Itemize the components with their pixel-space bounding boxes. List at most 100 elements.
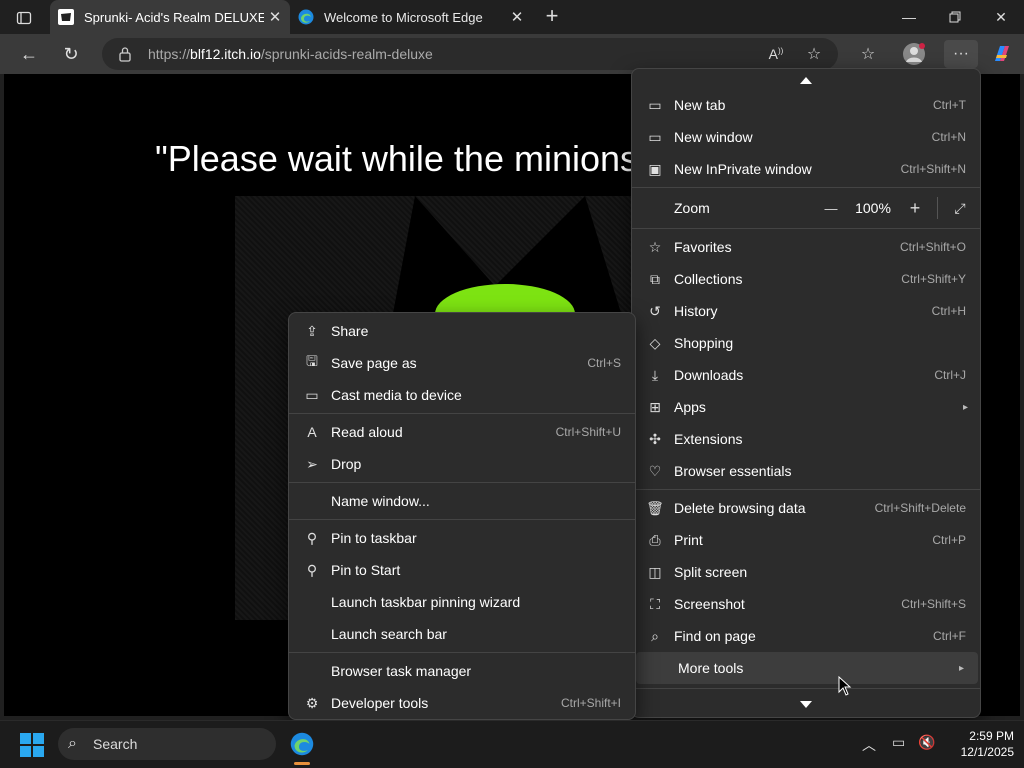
menu-item-downloads[interactable]: ⤓ Downloads Ctrl+J [632,359,980,391]
profile-button[interactable] [900,40,928,68]
close-tab-icon[interactable]: ✕ [264,8,286,26]
menu-item-save-page-as[interactable]: 🖫 Save page as Ctrl+S [289,347,635,379]
taskbar-clock[interactable]: 2:59 PM 12/1/2025 [940,728,1014,760]
more-tools-icon-spacer [650,659,668,677]
zoom-level: 100% [855,200,891,216]
taskbar-edge-button[interactable] [286,728,318,760]
tab-actions-button[interactable] [10,7,38,29]
tab-title: Welcome to Microsoft Edge [324,9,483,25]
menu-item-find-on-page[interactable]: ⌕ Find on page Ctrl+F [632,620,980,652]
menu-item-share[interactable]: ⇪ Share [289,315,635,347]
menu-item-label: Pin to taskbar [331,530,417,546]
menu-item-label: Read aloud [331,424,403,440]
menu-item-new-window[interactable]: ▭ New window Ctrl+N [632,121,980,153]
close-tab-icon[interactable]: ✕ [506,8,528,26]
download-icon: ⤓ [651,366,659,383]
settings-and-more-button[interactable]: ··· [944,40,978,68]
close-icon: ✕ [995,8,1007,25]
new-window-icon: ▭ [648,128,662,145]
zoom-out-button[interactable]: — [817,201,845,216]
url-text[interactable]: https://blf12.itch.io/sprunki-acids-real… [148,46,433,62]
menu-item-launch-search-bar[interactable]: Launch search bar [289,618,635,650]
restore-button[interactable] [932,0,978,34]
menu-item-name-window[interactable]: Name window... [289,485,635,517]
menu-item-taskbar-pinning-wizard[interactable]: Launch taskbar pinning wizard [289,586,635,618]
share-icon: ⇪ [306,322,318,339]
copilot-button[interactable] [988,40,1016,68]
menu-item-cast-media[interactable]: ▭ Cast media to device [289,379,635,411]
menu-item-label: Apps [674,399,706,415]
find-icon: ⌕ [651,627,659,644]
taskbar-search[interactable] [58,728,276,760]
fullscreen-icon[interactable]: ⤢ [946,200,974,217]
more-icon: ··· [953,45,969,62]
read-aloud-button[interactable]: A)) [762,40,790,68]
menu-item-drop[interactable]: ➢ Drop [289,448,635,480]
favorites-button[interactable]: ☆ [854,40,882,68]
menu-item-history[interactable]: ↺ History Ctrl+H [632,295,980,327]
menu-item-browser-task-manager[interactable]: Browser task manager [289,655,635,687]
menu-item-zoom: Zoom — 100% + ⤢ [632,191,980,225]
network-icon[interactable]: ▭ [892,734,905,751]
new-tab-button[interactable]: + [540,5,564,29]
url-host: blf12.itch.io [190,46,261,62]
menu-item-screenshot[interactable]: ⛶ Screenshot Ctrl+Shift+S [632,588,980,620]
menu-item-label: More tools [678,660,744,676]
menu-item-new-tab[interactable]: ▭ New tab Ctrl+T [632,89,980,121]
edge-icon [298,9,314,25]
refresh-icon: ↻ [63,43,79,64]
chevron-up-icon[interactable]: ︿ [862,735,876,755]
menu-item-more-tools[interactable]: More tools ▸ [636,652,978,684]
zoom-icon-spacer [646,199,664,217]
favorites-icon: ☆ [860,46,876,63]
add-favorite-button[interactable]: ☆ [800,40,828,68]
taskbar-search-label: Search [93,736,138,752]
tab-edge-welcome[interactable]: Welcome to Microsoft Edge ✕ [292,0,532,34]
back-button[interactable]: ← [14,40,44,68]
close-window-button[interactable]: ✕ [978,0,1024,34]
menu-divider [289,519,635,520]
scroll-up-icon[interactable] [800,77,812,84]
menu-item-label: Cast media to device [331,387,462,403]
active-app-indicator [294,762,310,765]
menu-item-favorites[interactable]: ☆ Favorites Ctrl+Shift+O [632,231,980,263]
volume-muted-icon[interactable]: 🔇 [918,734,935,751]
menu-item-extensions[interactable]: ✣ Extensions [632,423,980,455]
menu-item-read-aloud[interactable]: A Read aloud Ctrl+Shift+U [289,416,635,448]
tab-title: Sprunki- Acid's Realm DELUXE by [84,9,264,25]
task-manager-icon-spacer [303,662,321,680]
menu-item-new-inprivate-window[interactable]: ▣ New InPrivate window Ctrl+Shift+N [632,153,980,185]
tab-sprunki[interactable]: Sprunki- Acid's Realm DELUXE by ✕ [50,0,290,34]
menu-item-split-screen[interactable]: ◫ Split screen [632,556,980,588]
menu-item-pin-to-start[interactable]: ⚲ Pin to Start [289,554,635,586]
menu-item-label: Find on page [674,628,756,644]
menu-divider [632,688,980,689]
edge-icon [290,732,314,756]
menu-item-shortcut: Ctrl+Shift+U [555,425,621,439]
more-tools-submenu: ⇪ Share 🖫 Save page as Ctrl+S ▭ Cast med… [288,312,636,720]
menu-item-developer-tools[interactable]: ⚙ Developer tools Ctrl+Shift+I [289,687,635,719]
menu-item-print[interactable]: ⎙ Print Ctrl+P [632,524,980,556]
new-tab-icon: ▭ [648,96,662,113]
lock-icon[interactable] [118,46,132,62]
history-icon: ↺ [649,302,661,319]
menu-divider [289,413,635,414]
minimize-button[interactable]: — [886,0,932,34]
menu-item-shopping[interactable]: ◇ Shopping [632,327,980,359]
menu-item-shortcut: Ctrl+P [932,533,966,547]
menu-item-shortcut: Ctrl+Shift+S [901,597,966,611]
menu-item-browser-essentials[interactable]: ♡ Browser essentials [632,455,980,487]
menu-item-label: New window [674,129,753,145]
refresh-button[interactable]: ↻ [56,40,86,68]
settings-menu: ▭ New tab Ctrl+T ▭ New window Ctrl+N ▣ N… [631,68,981,718]
menu-item-apps[interactable]: ⊞ Apps ▸ [632,391,980,423]
start-button[interactable] [20,733,44,762]
scroll-down-icon[interactable] [800,701,812,708]
menu-item-pin-to-taskbar[interactable]: ⚲ Pin to taskbar [289,522,635,554]
save-icon: 🖫 [306,353,318,369]
menu-item-collections[interactable]: ⧉ Collections Ctrl+Shift+Y [632,263,980,295]
zoom-in-button[interactable]: + [901,198,929,219]
menu-item-delete-browsing-data[interactable]: 🗑 Delete browsing data Ctrl+Shift+Delete [632,492,980,524]
zoom-label: Zoom [674,200,710,216]
menu-divider [632,187,980,188]
